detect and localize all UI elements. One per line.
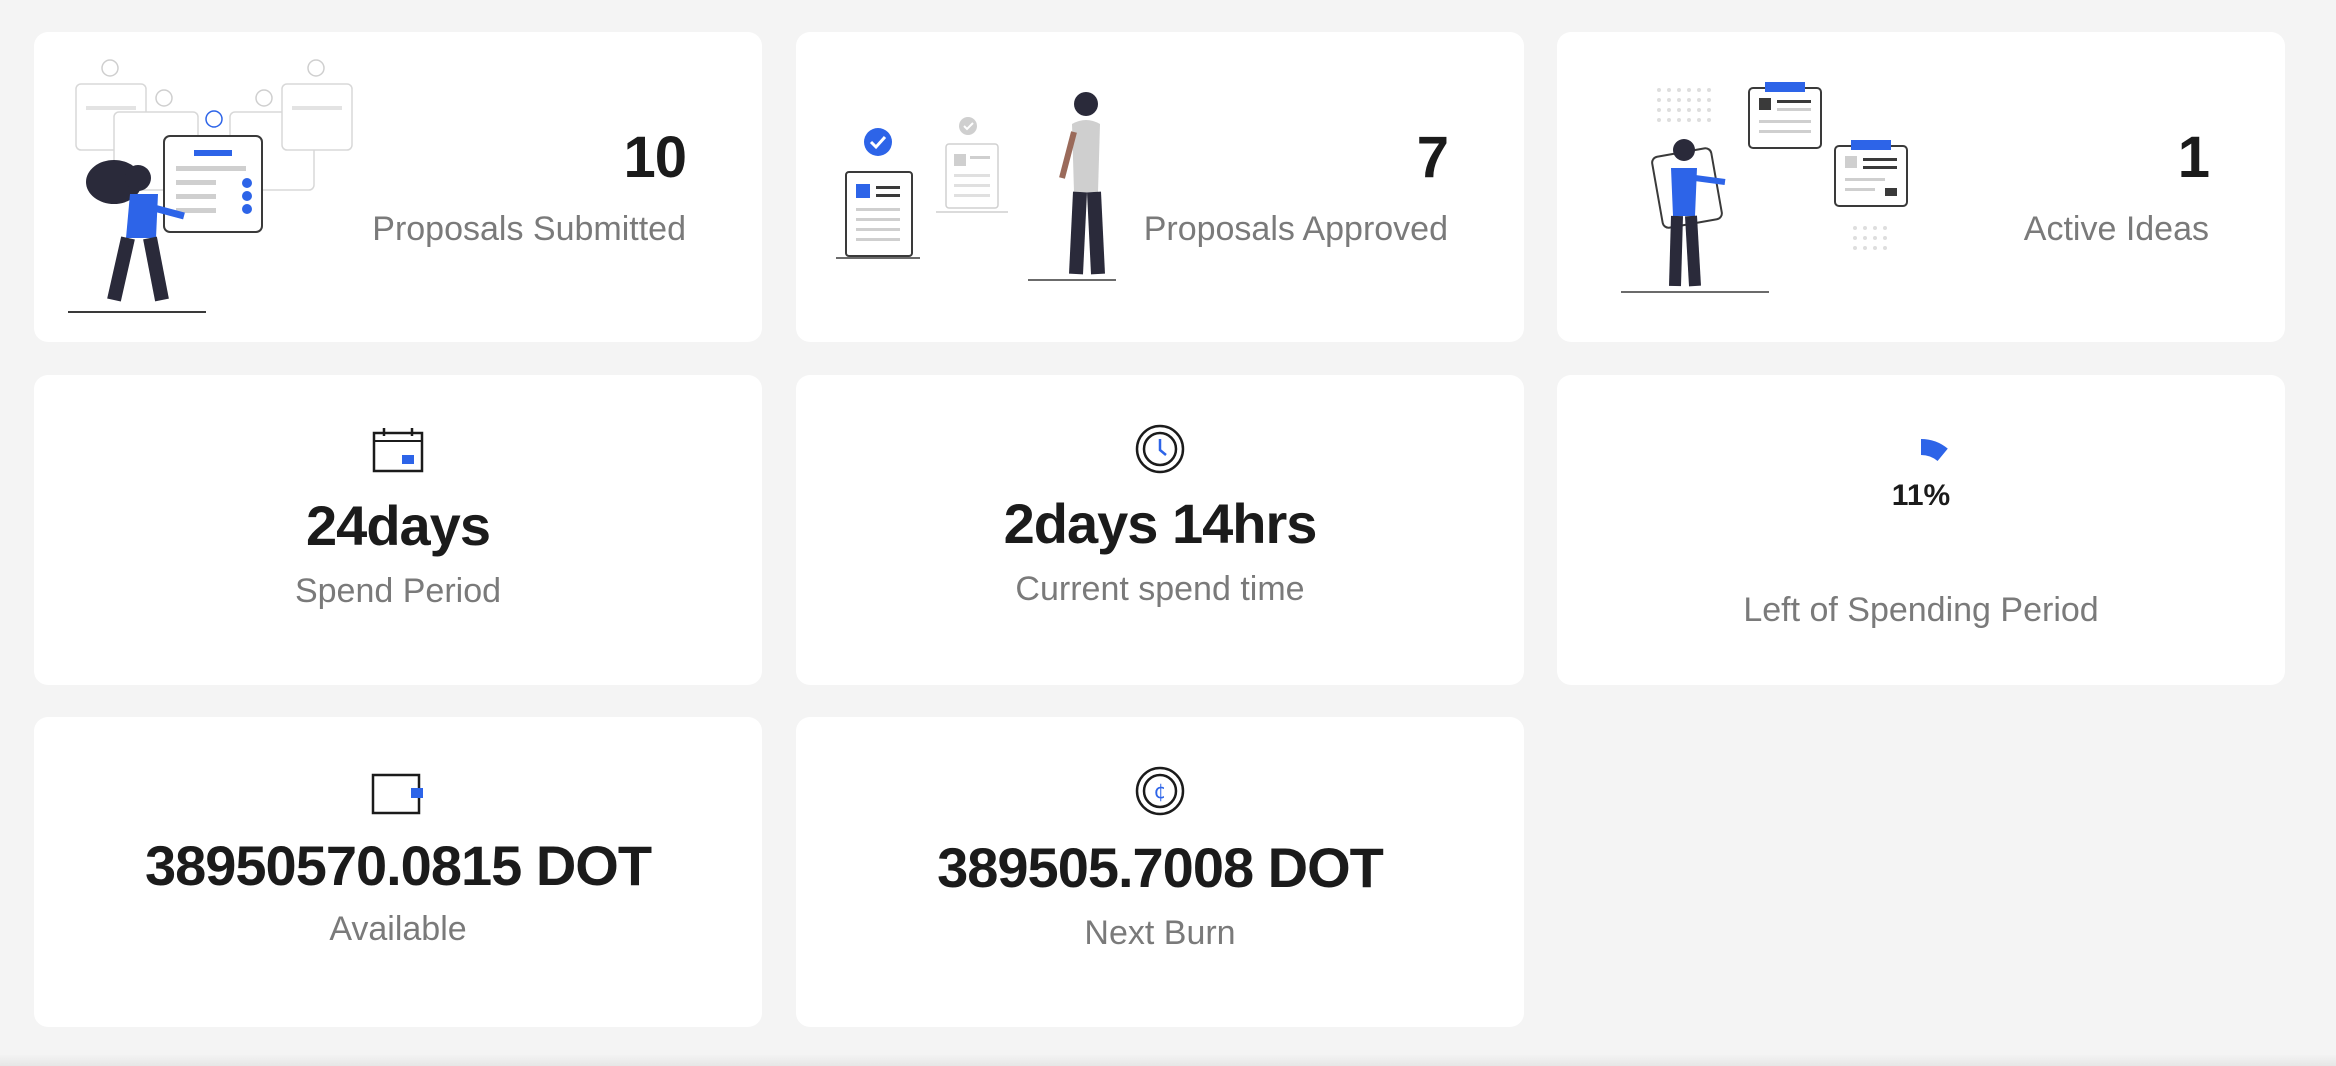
- proposals-approved-count: 7: [1416, 125, 1449, 190]
- active-ideas-label: Active Ideas: [2023, 210, 2209, 248]
- next-burn-card: ¢ 389505.7008 DOT Next Burn: [796, 717, 1524, 1027]
- clock-icon: [1134, 423, 1186, 475]
- spending-period-left-card: 11% Left of Spending Period: [1557, 375, 2285, 685]
- available-amount: 38950570.0815 DOT: [144, 834, 652, 897]
- spending-left-label: Left of Spending Period: [1743, 591, 2099, 629]
- proposal-steps-illustration: [68, 59, 353, 313]
- current-spend-time-value: 2days 14hrs: [1003, 492, 1318, 555]
- page-bottom-shadow: [0, 1054, 2336, 1066]
- proposals-submitted-label: Proposals Submitted: [372, 210, 686, 248]
- spend-period-value: 24days: [306, 494, 491, 557]
- spend-period-card: 24days Spend Period: [34, 375, 762, 685]
- active-ideas-card: 1 Active Ideas: [1557, 32, 2285, 342]
- next-burn-amount: 389505.7008 DOT: [937, 836, 1384, 899]
- spending-left-percent: 11%: [1891, 479, 1951, 512]
- current-spend-time-label: Current spend time: [1015, 570, 1305, 608]
- available-label: Available: [329, 910, 467, 948]
- svg-text:¢: ¢: [1154, 779, 1167, 803]
- progress-arc-icon: [1866, 423, 1976, 483]
- proposals-approved-card: 7 Proposals Approved: [796, 32, 1524, 342]
- proposals-approved-label: Proposals Approved: [1143, 210, 1448, 248]
- approved-documents-illustration: [836, 92, 1116, 281]
- active-ideas-count: 1: [2177, 125, 2210, 190]
- treasury-dashboard: 10 Proposals Submitted 7 Proposals Appro…: [0, 0, 2336, 1066]
- spend-period-label: Spend Period: [294, 572, 502, 610]
- coin-icon: ¢: [1134, 765, 1186, 817]
- available-card: 38950570.0815 DOT Available: [34, 717, 762, 1027]
- proposals-submitted-card: 10 Proposals Submitted: [34, 32, 762, 342]
- ideas-board-illustration: [1621, 82, 1908, 293]
- current-spend-time-card: 2days 14hrs Current spend time: [796, 375, 1524, 685]
- calendar-icon: [372, 427, 424, 473]
- proposals-submitted-count: 10: [623, 125, 687, 190]
- wallet-icon: [371, 773, 425, 815]
- next-burn-label: Next Burn: [1084, 914, 1236, 952]
